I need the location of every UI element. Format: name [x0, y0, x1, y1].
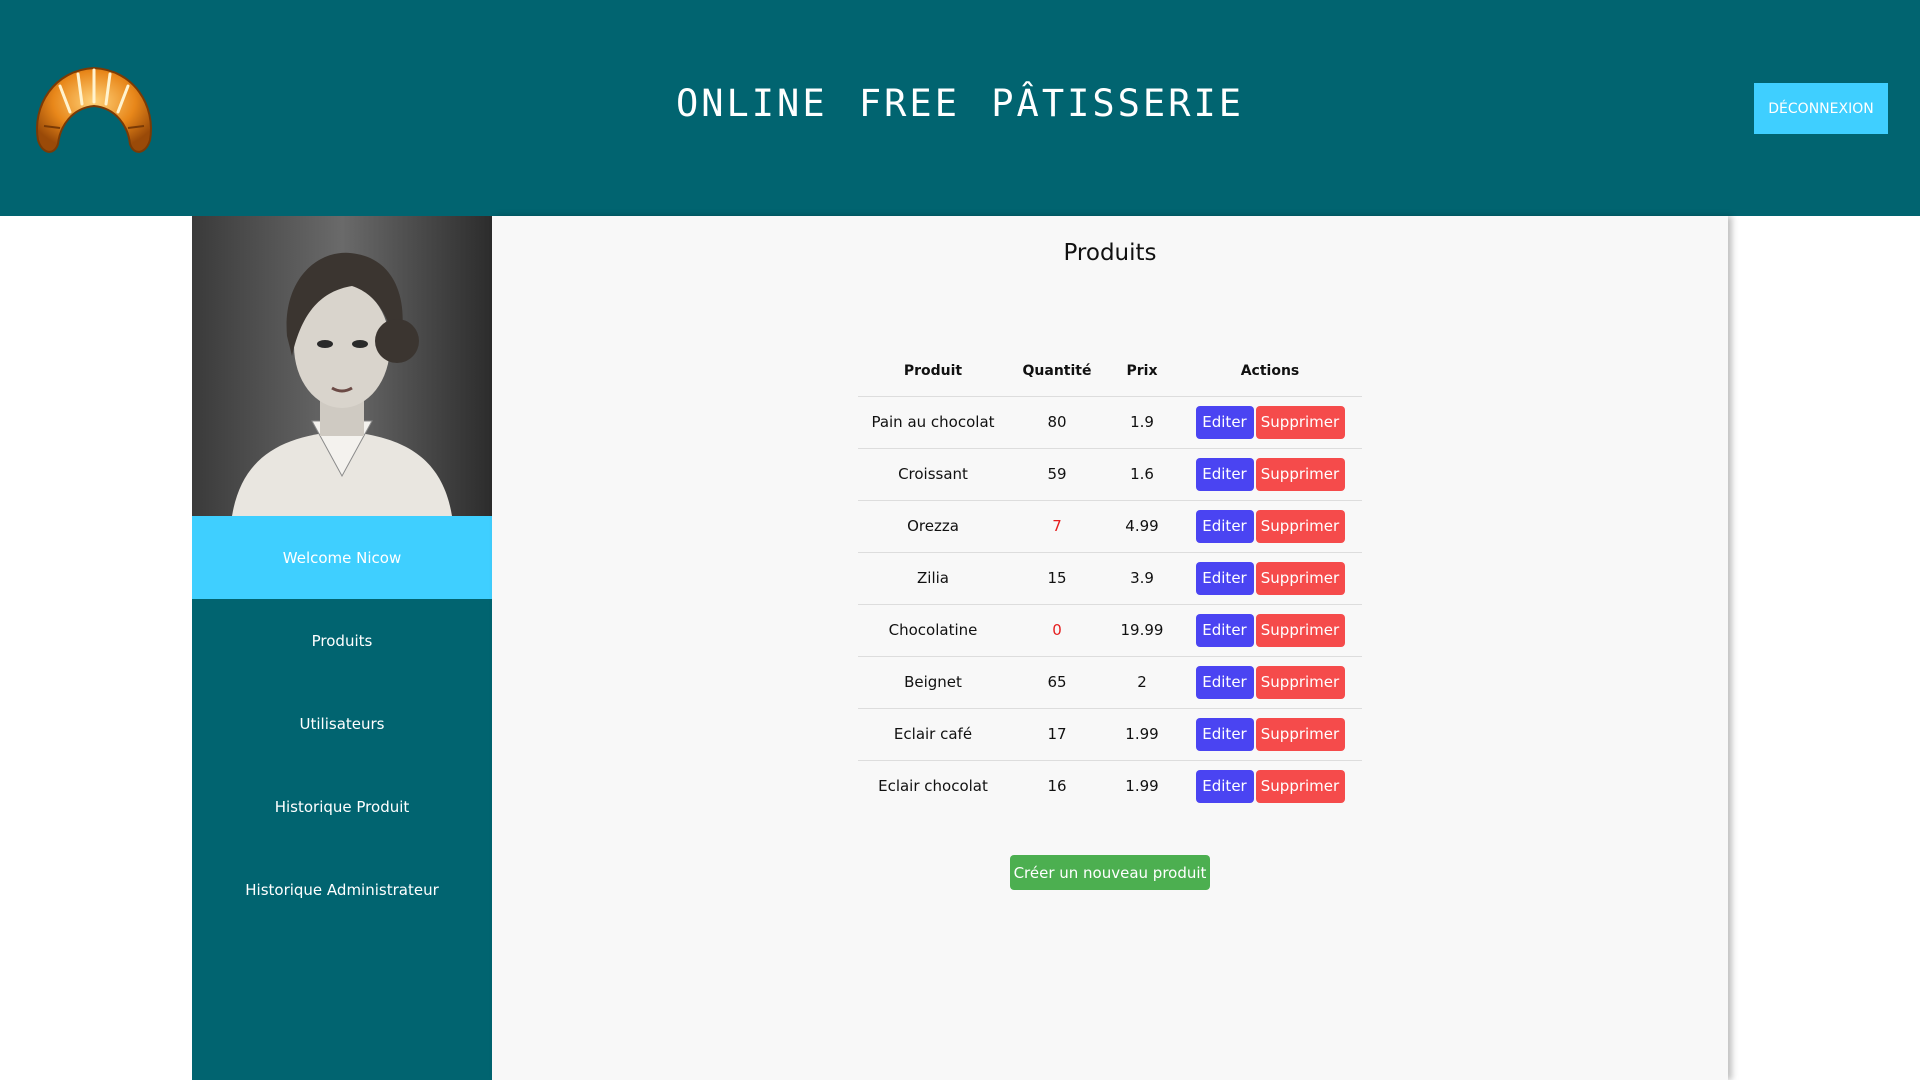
- edit-button[interactable]: Editer: [1195, 613, 1254, 647]
- row-actions: Editer Supprimer: [1178, 552, 1362, 605]
- delete-button[interactable]: Supprimer: [1255, 717, 1345, 751]
- edit-button[interactable]: Editer: [1195, 561, 1254, 595]
- welcome-banner: Welcome Nicow: [192, 516, 492, 599]
- product-name: Orezza: [858, 500, 1008, 553]
- product-quantity: 0: [1008, 604, 1106, 657]
- row-actions: Editer Supprimer: [1178, 396, 1362, 449]
- avatar: [192, 216, 492, 516]
- product-quantity: 15: [1008, 552, 1106, 605]
- page-title: Produits: [1063, 240, 1157, 266]
- table-row: Chocolatine 0 19.99 Editer Supprimer: [858, 604, 1362, 657]
- table-header-row: Produit Quantité Prix Actions: [858, 346, 1362, 397]
- product-price: 3.9: [1106, 552, 1178, 605]
- column-header-prix: Prix: [1106, 346, 1178, 397]
- site-title: ONLINE FREE PÂTISSERIE: [675, 82, 1245, 125]
- edit-button[interactable]: Editer: [1195, 717, 1254, 751]
- product-quantity: 59: [1008, 448, 1106, 501]
- edit-button[interactable]: Editer: [1195, 769, 1254, 803]
- table-row: Eclair café 17 1.99 Editer Supprimer: [858, 708, 1362, 761]
- column-header-actions: Actions: [1178, 346, 1362, 397]
- logout-button[interactable]: DÉCONNEXION: [1754, 83, 1888, 134]
- delete-button[interactable]: Supprimer: [1255, 613, 1345, 647]
- delete-button[interactable]: Supprimer: [1255, 769, 1345, 803]
- product-price: 1.99: [1106, 708, 1178, 761]
- table-row: Pain au chocolat 80 1.9 Editer Supprimer: [858, 396, 1362, 449]
- sidebar-item-utilisateurs[interactable]: Utilisateurs: [192, 682, 492, 765]
- product-quantity: 17: [1008, 708, 1106, 761]
- row-actions: Editer Supprimer: [1178, 448, 1362, 501]
- product-name: Eclair café: [858, 708, 1008, 761]
- sidebar-item-produits[interactable]: Produits: [192, 599, 492, 682]
- app-header: ONLINE FREE PÂTISSERIE DÉCONNEXION: [0, 0, 1920, 216]
- row-actions: Editer Supprimer: [1178, 604, 1362, 657]
- sidebar: Welcome Nicow Produits Utilisateurs Hist…: [192, 216, 492, 1080]
- row-actions: Editer Supprimer: [1178, 500, 1362, 553]
- main-content: Produits Produit Quantité Prix Actions P…: [492, 216, 1728, 1080]
- product-name: Eclair chocolat: [878, 777, 988, 796]
- table-row: Zilia 15 3.9 Editer Supprimer: [858, 552, 1362, 605]
- product-quantity: 65: [1008, 656, 1106, 709]
- product-price: 1.6: [1106, 448, 1178, 501]
- delete-button[interactable]: Supprimer: [1255, 561, 1345, 595]
- product-quantity: 7: [1008, 500, 1106, 553]
- products-table: Produit Quantité Prix Actions Pain au ch…: [858, 346, 1362, 812]
- row-actions: Editer Supprimer: [1178, 656, 1362, 709]
- table-row: Orezza 7 4.99 Editer Supprimer: [858, 500, 1362, 553]
- edit-button[interactable]: Editer: [1195, 405, 1254, 439]
- product-name: Pain au chocolat: [858, 396, 1008, 449]
- column-header-quantite: Quantité: [1008, 346, 1106, 397]
- table-row: Eclair chocolat 16 1.99 Editer Supprimer: [858, 760, 1362, 812]
- product-quantity: 80: [1008, 396, 1106, 449]
- product-name: Zilia: [858, 552, 1008, 605]
- product-name: Beignet: [858, 656, 1008, 709]
- delete-button[interactable]: Supprimer: [1255, 665, 1345, 699]
- edit-button[interactable]: Editer: [1195, 509, 1254, 543]
- product-price: 2: [1106, 656, 1178, 709]
- edit-button[interactable]: Editer: [1195, 457, 1254, 491]
- column-header-produit: Produit: [858, 346, 1008, 397]
- delete-button[interactable]: Supprimer: [1255, 509, 1345, 543]
- delete-button[interactable]: Supprimer: [1255, 405, 1345, 439]
- row-actions: Editer Supprimer: [1178, 708, 1362, 761]
- product-price: 4.99: [1106, 500, 1178, 553]
- table-row: Croissant 59 1.6 Editer Supprimer: [858, 448, 1362, 501]
- product-quantity: 16: [1047, 777, 1067, 796]
- create-product-button[interactable]: Créer un nouveau produit: [1010, 855, 1210, 890]
- sidebar-item-historique-produit[interactable]: Historique Produit: [192, 765, 492, 848]
- row-actions: Editer Supprimer: [1178, 760, 1362, 812]
- product-price: 1.99: [1125, 777, 1159, 796]
- product-name: Chocolatine: [858, 604, 1008, 657]
- product-price: 19.99: [1106, 604, 1178, 657]
- product-name: Croissant: [858, 448, 1008, 501]
- edit-button[interactable]: Editer: [1195, 665, 1254, 699]
- table-row: Beignet 65 2 Editer Supprimer: [858, 656, 1362, 709]
- product-price: 1.9: [1106, 396, 1178, 449]
- delete-button[interactable]: Supprimer: [1255, 457, 1345, 491]
- sidebar-item-historique-administrateur[interactable]: Historique Administrateur: [192, 848, 492, 931]
